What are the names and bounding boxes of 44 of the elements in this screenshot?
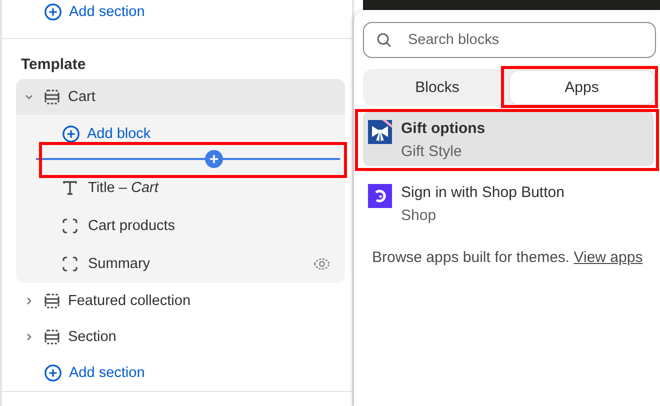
- add-link[interactable]: Add section: [69, 4, 145, 20]
- chevron-right-icon[interactable]: [24, 296, 34, 306]
- eye-icon[interactable]: [313, 257, 331, 271]
- app-title: Sign in with Shop Button: [401, 184, 564, 201]
- chevron-right-icon[interactable]: [24, 332, 34, 342]
- add-icon: [44, 364, 62, 382]
- add-link[interactable]: Add section: [69, 365, 145, 381]
- section-icon: [44, 329, 60, 345]
- template-heading: Template: [20, 55, 87, 75]
- add-icon[interactable]: [209, 154, 219, 164]
- block-row[interactable]: Title – Cart: [16, 169, 345, 207]
- browse-apps-text: Browse apps built for themes. View apps: [372, 248, 644, 268]
- text-icon: [62, 180, 78, 196]
- section-name: Cart: [68, 89, 96, 105]
- block-row[interactable]: Cart products: [16, 207, 345, 245]
- block-row[interactable]: Summary: [16, 245, 345, 283]
- block-name: Summary: [88, 256, 150, 272]
- app-developer: Shop: [401, 207, 438, 224]
- block-icon: [62, 218, 78, 234]
- section-row[interactable]: Featured collection: [16, 283, 345, 319]
- app-developer: Gift Style: [401, 143, 463, 160]
- app-item[interactable]: Sign in with Shop Button Shop: [363, 176, 654, 230]
- section-row[interactable]: Section: [16, 319, 345, 355]
- section-name: Featured collection: [68, 293, 191, 309]
- add-icon: [62, 125, 80, 143]
- chevron-down-icon[interactable]: [24, 92, 34, 102]
- section-row[interactable]: Cart: [16, 79, 345, 115]
- block-name: Title – Cart: [88, 180, 158, 196]
- app-item[interactable]: Gift options Gift Style: [363, 112, 654, 166]
- shop-app-icon: [368, 184, 392, 208]
- add-icon: [44, 3, 62, 21]
- section-name: Section: [68, 329, 116, 345]
- bow-icon: [368, 120, 392, 144]
- block-name: Cart products: [88, 218, 176, 234]
- tab[interactable]: Blocks: [365, 71, 510, 104]
- view-apps-link[interactable]: View apps: [574, 249, 643, 266]
- tab[interactable]: Apps: [510, 71, 654, 104]
- add-link[interactable]: Add block: [87, 126, 151, 142]
- search-field[interactable]: Search blocks: [363, 22, 656, 58]
- section-icon: [44, 293, 60, 309]
- block-icon: [62, 256, 78, 272]
- section-icon: [44, 89, 60, 105]
- app-title: Gift options: [401, 120, 486, 137]
- search-icon: [376, 32, 392, 48]
